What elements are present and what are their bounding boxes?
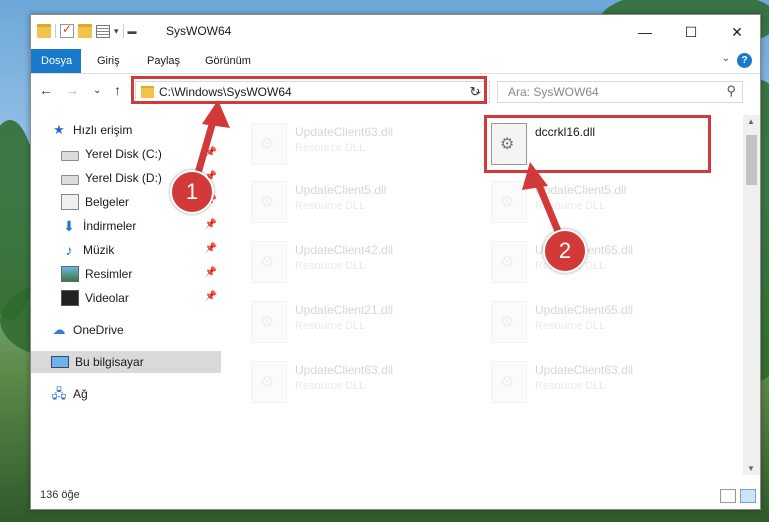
callout-badge-1: 1 [170, 170, 214, 214]
annotation-arrows [192, 100, 564, 238]
callout-badge-2: 2 [543, 229, 587, 273]
arrow-2-head [522, 162, 548, 190]
arrow-1-head [202, 100, 230, 128]
